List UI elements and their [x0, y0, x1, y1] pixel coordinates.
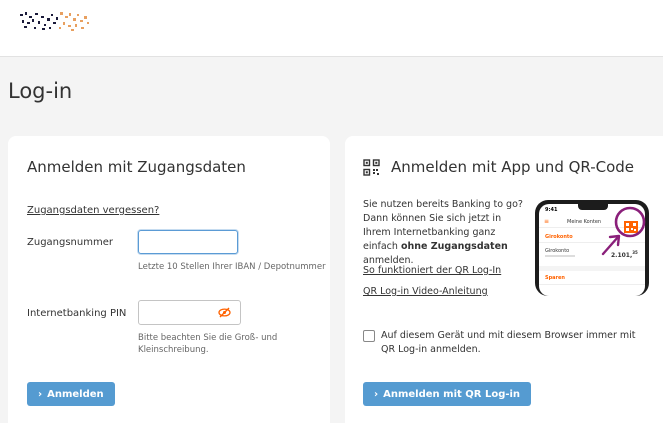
qr-description-bold: ohne Zugangsdaten [400, 241, 508, 252]
pin-label: Internetbanking PIN [27, 308, 127, 319]
pin-hint: Bitte beachten Sie die Groß- und Kleinsc… [138, 332, 277, 356]
pin-hint-line-2: Kleinschreibung. [138, 345, 209, 355]
header-bar [0, 0, 663, 57]
login-button-label: Anmelden [47, 388, 104, 400]
qr-video-guide-link[interactable]: QR Log-in Video-Anleitung [363, 286, 488, 297]
remember-qr-label: Auf diesem Gerät und mit diesem Browser … [381, 330, 636, 355]
qr-description: Sie nutzen bereits Banking to go? Dann k… [363, 198, 525, 268]
forgot-credentials-link[interactable]: Zugangsdaten vergessen? [27, 205, 159, 216]
remember-qr-checkbox[interactable] [363, 330, 375, 342]
qr-how-it-works-link[interactable]: So funktioniert der QR Log-In [363, 265, 501, 276]
qr-code-icon [363, 159, 380, 176]
eye-slash-icon[interactable] [218, 307, 231, 318]
page-title: Log-in [8, 79, 73, 103]
credentials-card-heading: Anmelden mit Zugangsdaten [27, 158, 246, 176]
account-number-label: Zugangsnummer [27, 237, 113, 248]
qr-login-button-label: Anmelden mit QR Log-in [383, 388, 521, 400]
credentials-login-card: Anmelden mit Zugangsdaten Zugangsdaten v… [8, 136, 330, 423]
qr-login-button[interactable]: › Anmelden mit QR Log-in [363, 382, 532, 406]
logo-icon[interactable] [18, 8, 94, 35]
chevron-right-icon: › [374, 388, 379, 400]
qr-card-heading: Anmelden mit App und QR-Code [391, 158, 635, 176]
phone-illustration: 9:41 ≡ Meine Konten Girokonto Girokonto … [535, 200, 655, 296]
chevron-right-icon: › [38, 388, 43, 400]
pin-hint-line-1: Bitte beachten Sie die Groß- und [138, 333, 278, 343]
login-button[interactable]: › Anmelden [27, 382, 115, 406]
qr-highlight-icon [601, 206, 646, 256]
account-number-hint: Letzte 10 Stellen Ihrer IBAN / Depotnumm… [138, 262, 326, 272]
qr-login-card: Anmelden mit App und QR-Code Sie nutzen … [345, 136, 663, 423]
account-number-input[interactable] [138, 230, 238, 254]
